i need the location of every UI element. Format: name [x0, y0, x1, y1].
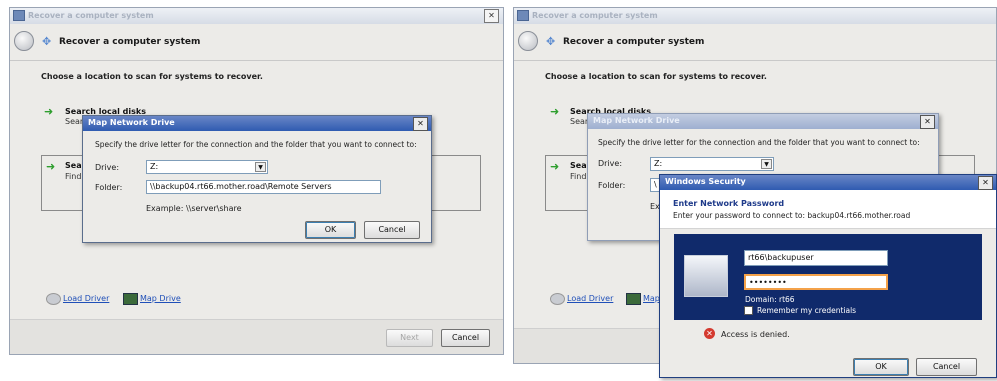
- load-driver-link[interactable]: Load Driver: [567, 294, 613, 303]
- map-drive-icon: [123, 293, 138, 305]
- page-prompt: Choose a location to scan for systems to…: [41, 72, 263, 81]
- chevron-down-icon[interactable]: ▼: [761, 159, 772, 169]
- dialog-close-button[interactable]: ✕: [920, 115, 935, 129]
- dialog-title: Map Network Drive: [88, 118, 175, 127]
- option-search-desc: Sear: [570, 117, 589, 126]
- header-title: Recover a computer system: [563, 37, 705, 47]
- security-header: Enter Network Password Enter your passwo…: [660, 190, 996, 229]
- username-input[interactable]: rt66\backupuser: [744, 250, 888, 266]
- security-close-button[interactable]: ✕: [978, 176, 993, 190]
- dialog-instruction: Specify the drive letter for the connect…: [598, 138, 920, 147]
- remember-checkbox[interactable]: [744, 306, 753, 315]
- drive-label: Drive:: [95, 163, 120, 172]
- folder-input[interactable]: \\backup04.rt66.mother.road\Remote Serve…: [146, 180, 381, 194]
- drive-label: Drive:: [598, 159, 623, 168]
- security-cancel-button[interactable]: Cancel: [916, 358, 977, 376]
- ok-button[interactable]: OK: [305, 221, 356, 239]
- username-value: rt66\backupuser: [748, 253, 814, 262]
- title-bar[interactable]: Recover a computer system ✕: [10, 8, 503, 24]
- option-network-label[interactable]: Sea: [65, 161, 82, 170]
- password-input[interactable]: ••••••••: [744, 274, 888, 290]
- app-icon: [13, 10, 25, 21]
- dialog-close-button[interactable]: ✕: [413, 117, 428, 131]
- user-avatar: [684, 255, 728, 297]
- option-network-label[interactable]: Sea: [570, 161, 587, 170]
- load-driver-icon: [550, 293, 565, 305]
- load-driver-icon: [46, 293, 61, 305]
- security-title-bar[interactable]: Windows Security ✕: [660, 175, 996, 190]
- security-heading: Enter Network Password: [673, 199, 785, 208]
- domain-label: Domain: rt66: [745, 295, 795, 304]
- map-drive-link[interactable]: Map Drive: [140, 294, 181, 303]
- password-value: ••••••••: [749, 278, 787, 287]
- credential-panel: rt66\backupuser •••••••• Domain: rt66 Re…: [674, 234, 982, 320]
- dialog-instruction: Specify the drive letter for the connect…: [95, 140, 417, 149]
- folder-value: \: [654, 180, 657, 189]
- chevron-down-icon[interactable]: ▼: [255, 162, 266, 172]
- map-drive-link[interactable]: Map: [643, 294, 660, 303]
- arrow-icon: ➜: [44, 105, 54, 118]
- app-icon: [517, 10, 529, 21]
- error-icon: ✕: [704, 328, 715, 339]
- dialog-cancel-button[interactable]: Cancel: [364, 221, 420, 239]
- wizard-icon: ✥: [546, 35, 556, 48]
- dialog-title-bar[interactable]: Map Network Drive ✕: [83, 116, 431, 131]
- security-ok-button[interactable]: OK: [853, 358, 909, 376]
- folder-label: Folder:: [95, 183, 123, 192]
- window-title: Recover a computer system: [28, 11, 154, 20]
- cancel-button[interactable]: Cancel: [441, 329, 490, 347]
- next-button[interactable]: Next: [386, 329, 433, 347]
- page-prompt: Choose a location to scan for systems to…: [545, 72, 767, 81]
- drive-value: Z:: [150, 162, 159, 171]
- load-driver-link[interactable]: Load Driver: [63, 294, 109, 303]
- arrow-icon: ➜: [46, 160, 56, 173]
- title-bar[interactable]: Recover a computer system: [514, 8, 996, 24]
- remember-label: Remember my credentials: [757, 306, 857, 315]
- map-network-drive-dialog: Map Network Drive ✕ Specify the drive le…: [82, 115, 432, 243]
- error-message: Access is denied.: [721, 330, 790, 339]
- drive-select[interactable]: Z: ▼: [146, 160, 268, 174]
- option-network-desc: Find: [570, 172, 587, 181]
- windows-security-dialog: Windows Security ✕ Enter Network Passwor…: [659, 174, 997, 378]
- back-button[interactable]: [14, 31, 34, 51]
- drive-value: Z:: [654, 159, 663, 168]
- back-button[interactable]: [518, 31, 538, 51]
- folder-label: Folder:: [598, 181, 626, 190]
- security-title: Windows Security: [665, 177, 746, 186]
- wizard-icon: ✥: [42, 35, 52, 48]
- wizard-footer: Next Cancel: [10, 319, 503, 354]
- folder-value: \\backup04.rt66.mother.road\Remote Serve…: [150, 182, 332, 191]
- dialog-title-bar[interactable]: Map Network Drive ✕: [588, 114, 938, 129]
- option-network-desc: Find: [65, 172, 82, 181]
- security-description: Enter your password to connect to: backu…: [673, 211, 911, 220]
- map-drive-icon: [626, 293, 641, 305]
- drive-select[interactable]: Z: ▼: [650, 157, 774, 171]
- window-title: Recover a computer system: [532, 11, 658, 20]
- arrow-icon: ➜: [550, 160, 560, 173]
- option-search-desc: Sear: [65, 117, 84, 126]
- header-title: Recover a computer system: [59, 37, 201, 47]
- close-button[interactable]: ✕: [484, 9, 499, 23]
- wizard-header: ✥ Recover a computer system: [10, 24, 503, 61]
- dialog-title: Map Network Drive: [593, 116, 680, 125]
- folder-example: Example: \\server\share: [146, 204, 242, 213]
- arrow-icon: ➜: [550, 105, 560, 118]
- wizard-header: ✥ Recover a computer system: [514, 24, 996, 61]
